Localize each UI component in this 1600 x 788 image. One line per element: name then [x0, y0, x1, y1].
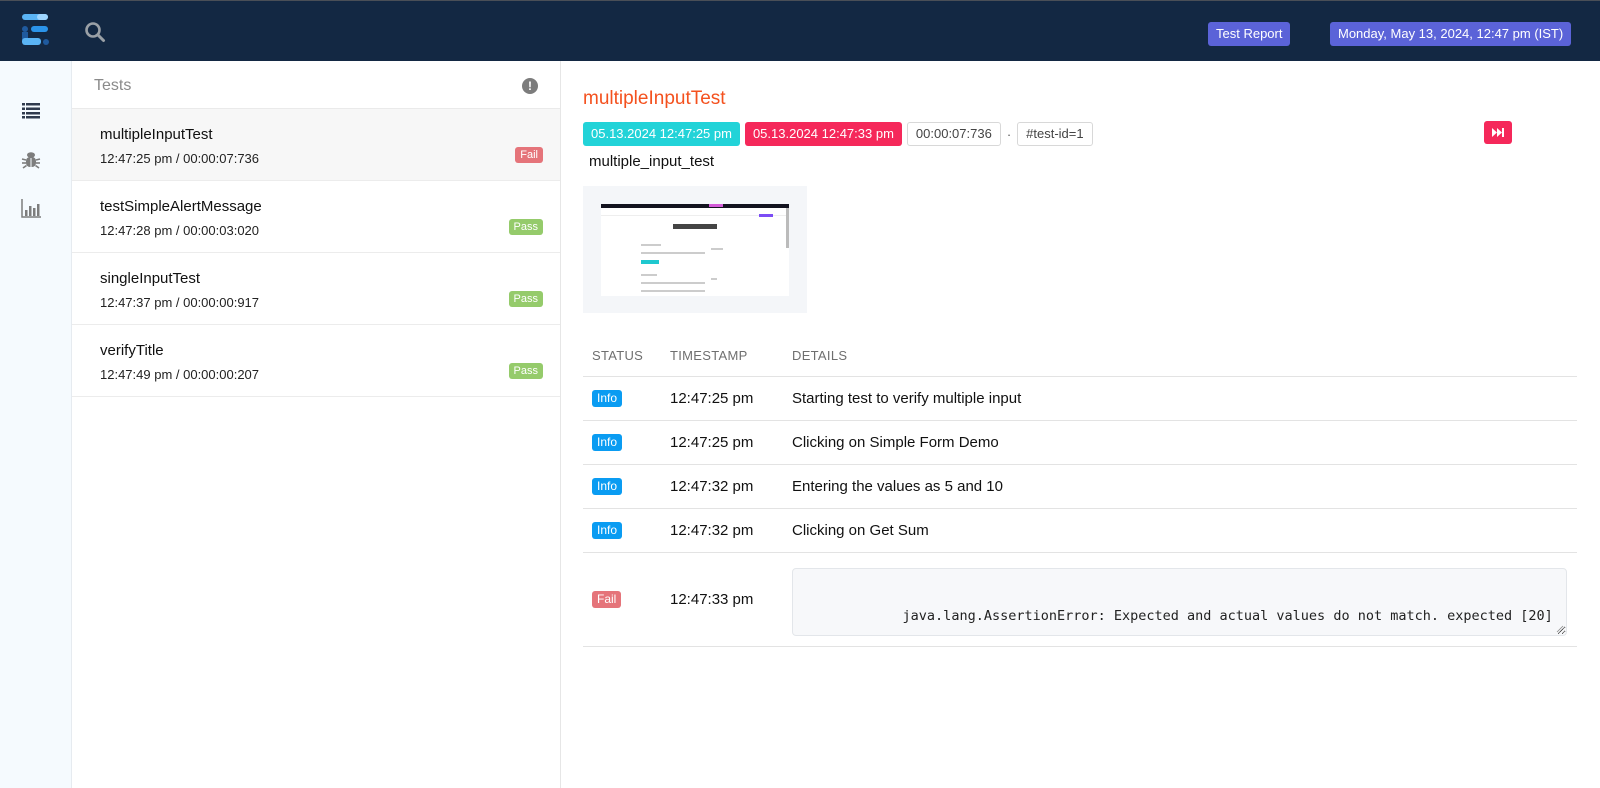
skip-to-end-button[interactable]	[1484, 121, 1512, 144]
fast-forward-icon	[1492, 128, 1504, 137]
test-meta-chips: 05.13.2024 12:47:25 pm 05.13.2024 12:47:…	[583, 122, 1093, 146]
error-message: java.lang.AssertionError: Expected and a…	[805, 608, 1553, 635]
start-time-badge: 05.13.2024 12:47:25 pm	[583, 122, 740, 146]
status-badge: Pass	[508, 363, 543, 379]
test-time-duration: 12:47:49 pm / 00:00:00:207	[100, 367, 260, 382]
duration-badge: 00:00:07:736	[906, 122, 1001, 146]
log-table: STATUS TIMESTAMP DETAILS Info 12:47:25 p…	[583, 336, 1577, 647]
log-timestamp: 12:47:25 pm	[661, 376, 783, 421]
log-row: Info 12:47:25 pm Clicking on Simple Form…	[583, 420, 1577, 465]
chip-separator: ·	[1006, 126, 1012, 142]
log-row: Fail 12:47:33 pm java.lang.AssertionErro…	[583, 552, 1577, 647]
bar-chart-icon[interactable]	[20, 197, 42, 219]
test-list-header: Tests !	[72, 61, 560, 109]
status-badge: Pass	[508, 291, 543, 307]
status-badge: Info	[592, 478, 623, 495]
status-badge: Info	[592, 434, 623, 451]
status-badge: Fail	[515, 147, 543, 163]
test-item[interactable]: testSimpleAlertMessage 12:47:28 pm / 00:…	[72, 181, 560, 253]
column-header-timestamp: TIMESTAMP	[661, 336, 783, 377]
bug-icon[interactable]	[20, 149, 42, 171]
log-timestamp: 12:47:32 pm	[661, 464, 783, 509]
test-report-badge: Test Report	[1208, 22, 1291, 46]
log-details: Clicking on Simple Form Demo	[783, 420, 1577, 465]
test-item[interactable]: singleInputTest 12:47:37 pm / 00:00:00:9…	[72, 253, 560, 325]
status-badge: Info	[592, 390, 623, 407]
test-name: singleInputTest	[100, 270, 201, 287]
resize-handle-icon[interactable]	[1556, 625, 1564, 633]
test-description: multiple_input_test	[589, 153, 715, 170]
test-name: verifyTitle	[100, 342, 164, 359]
test-name: testSimpleAlertMessage	[100, 198, 262, 215]
test-time-duration: 12:47:25 pm / 00:00:07:736	[100, 151, 260, 166]
top-navbar: Test Report Monday, May 13, 2024, 12:47 …	[0, 0, 1600, 61]
test-item[interactable]: verifyTitle 12:47:49 pm / 00:00:00:207 P…	[72, 325, 560, 397]
screenshot-thumbnail[interactable]	[583, 186, 807, 313]
report-date-badge: Monday, May 13, 2024, 12:47 pm (IST)	[1330, 22, 1572, 46]
status-badge: Info	[592, 522, 623, 539]
log-details: Starting test to verify multiple input	[783, 376, 1577, 421]
search-icon[interactable]	[84, 21, 106, 43]
log-row: Info 12:47:25 pm Starting test to verify…	[583, 376, 1577, 421]
column-header-details: DETAILS	[783, 336, 1577, 377]
status-badge: Fail	[592, 591, 622, 608]
side-navigation	[0, 61, 72, 788]
extent-logo[interactable]	[20, 12, 50, 50]
list-icon[interactable]	[20, 99, 42, 121]
log-timestamp: 12:47:33 pm	[661, 552, 783, 647]
log-row: Info 12:47:32 pm Clicking on Get Sum	[583, 508, 1577, 553]
column-header-status: STATUS	[583, 336, 661, 377]
test-name: multipleInputTest	[100, 126, 213, 143]
test-detail-title: multipleInputTest	[583, 88, 726, 109]
test-list-title: Tests	[94, 77, 132, 94]
test-item[interactable]: multipleInputTest 12:47:25 pm / 00:00:07…	[72, 109, 560, 181]
screenshot-image	[601, 204, 789, 296]
log-timestamp: 12:47:32 pm	[661, 508, 783, 553]
log-details: Entering the values as 5 and 10	[783, 464, 1577, 509]
alert-icon[interactable]: !	[522, 78, 538, 94]
log-table-header: STATUS TIMESTAMP DETAILS	[583, 336, 1577, 377]
test-detail-panel: multipleInputTest 05.13.2024 12:47:25 pm…	[583, 61, 1583, 788]
error-stacktrace-textarea[interactable]: java.lang.AssertionError: Expected and a…	[792, 568, 1567, 636]
status-badge: Pass	[508, 219, 543, 235]
end-time-badge: 05.13.2024 12:47:33 pm	[744, 122, 902, 146]
test-time-duration: 12:47:37 pm / 00:00:00:917	[100, 295, 260, 310]
log-timestamp: 12:47:25 pm	[661, 420, 783, 465]
test-time-duration: 12:47:28 pm / 00:00:03:020	[100, 223, 260, 238]
log-row: Info 12:47:32 pm Entering the values as …	[583, 464, 1577, 509]
log-details: Clicking on Get Sum	[783, 508, 1577, 553]
test-list-panel: Tests ! multipleInputTest 12:47:25 pm / …	[72, 61, 561, 788]
test-id-badge: #test-id=1	[1017, 122, 1093, 146]
